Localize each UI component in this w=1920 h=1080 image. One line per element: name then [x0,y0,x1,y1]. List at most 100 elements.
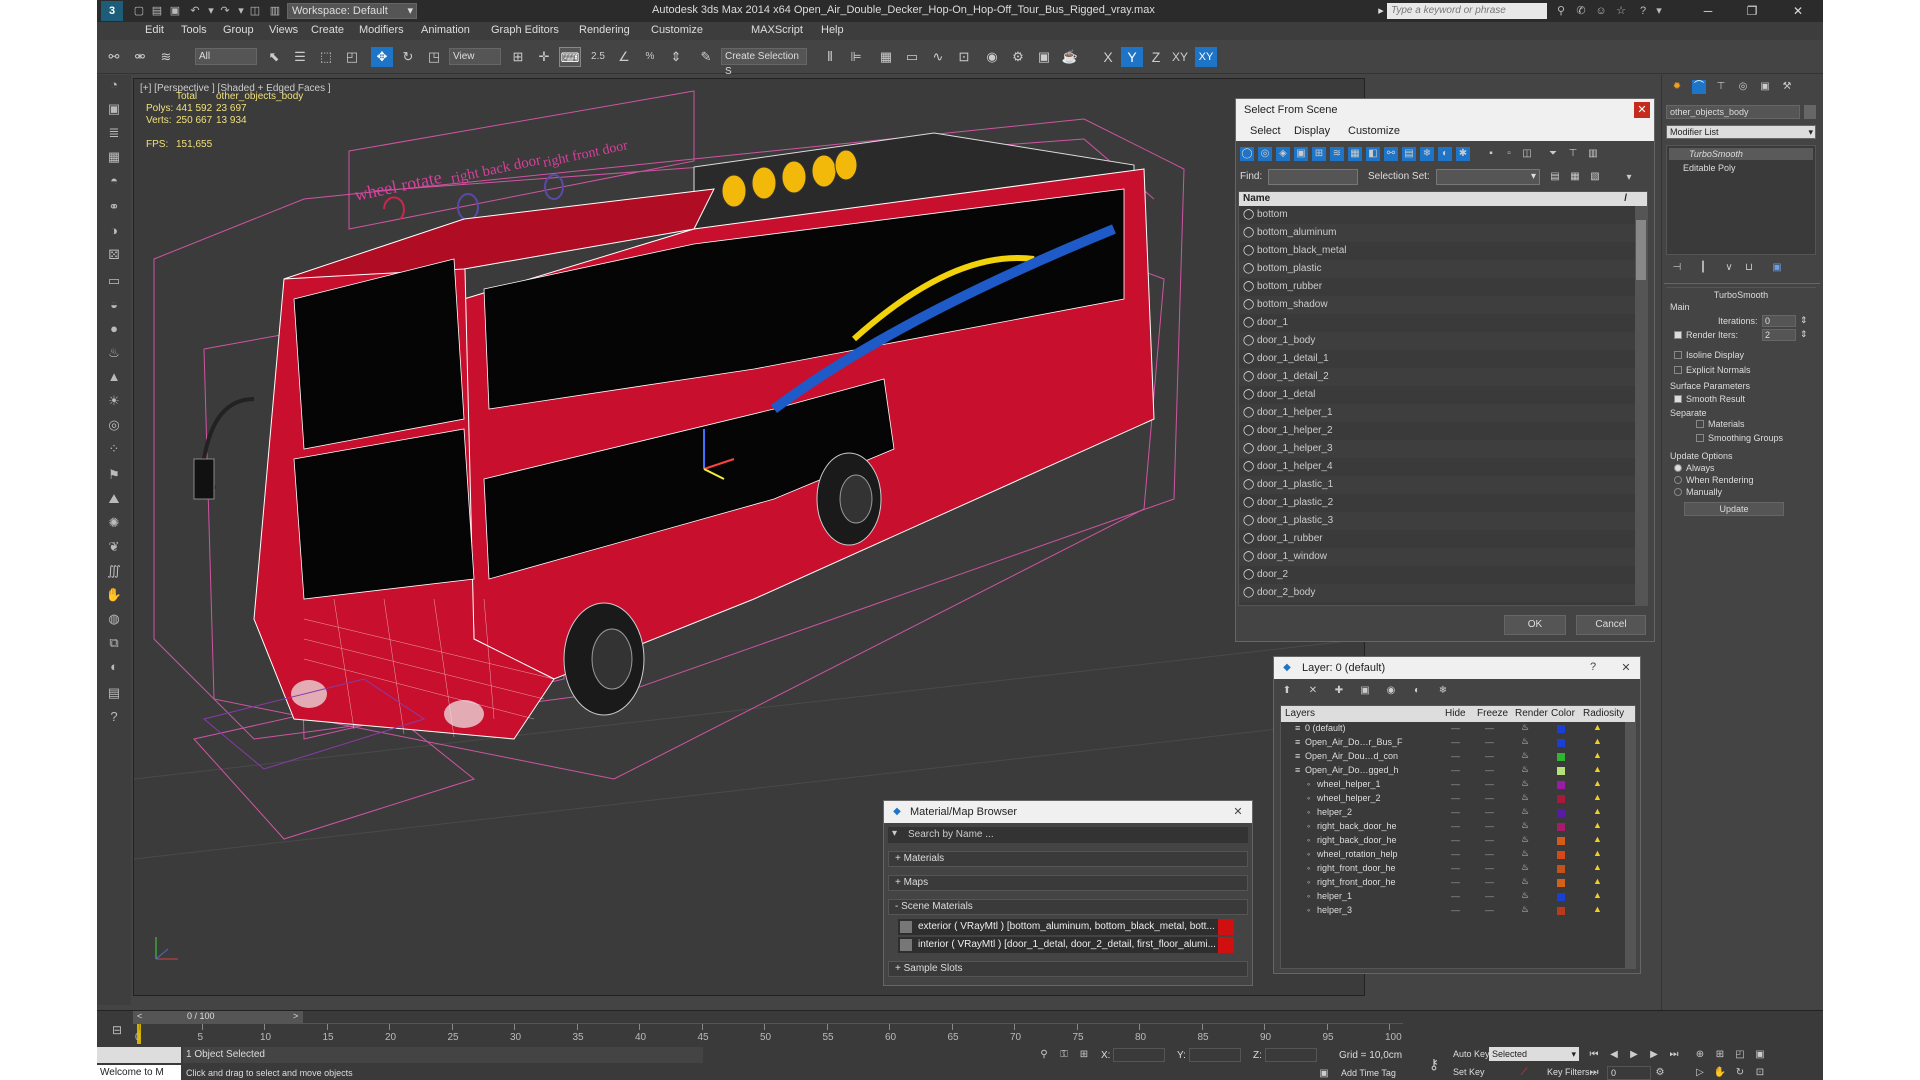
field-of-view-icon[interactable]: ▷ [1693,1066,1707,1080]
layer-manager-icon[interactable]: ▦ [875,47,897,67]
layer-color-swatch[interactable] [1557,907,1565,915]
help-icon[interactable]: ? [1635,3,1651,19]
render-teapot-icon[interactable]: ♨ [1521,764,1529,775]
select-and-rotate-icon[interactable]: ↻ [397,47,419,67]
zoom-icon[interactable]: ⊕ [1693,1048,1707,1062]
play-icon[interactable]: ▶ [1627,1048,1641,1062]
filter-shapes-icon[interactable]: ◎ [1258,147,1272,161]
delete-layer-icon[interactable]: ✕ [1306,684,1320,698]
axis-x-icon[interactable]: X [1097,47,1119,67]
column-header-name[interactable]: Name / [1239,192,1647,206]
list-scrollbar[interactable] [1635,206,1647,605]
bind-space-warp-icon[interactable]: ≋ [155,47,177,67]
percent-snap-icon[interactable]: % [639,47,661,67]
current-frame-input[interactable]: 0 [1607,1066,1651,1080]
workspace-select[interactable]: Workspace: Default ▾ [287,3,417,19]
unlink-icon[interactable]: ⚮ [129,47,151,67]
freeze-toggle[interactable]: — [1485,793,1494,803]
rendered-frame-window-icon[interactable]: ▣ [1033,47,1055,67]
layer-row[interactable]: ◦ helper_2 — — ♨ ▲ [1281,806,1635,820]
axis-xy-icon[interactable]: XY [1169,47,1191,67]
radiosity-icon[interactable]: ▲ [1593,750,1602,760]
mini-curve-editor-icon[interactable]: ⊟ [103,1023,131,1039]
radiosity-icon[interactable]: ▲ [1593,806,1602,816]
show-end-result-icon[interactable]: ┃ [1696,261,1710,275]
search-dropdown-icon[interactable]: ▾ [892,828,897,839]
key-mode-toggle-icon[interactable]: ⏭ [1587,1066,1601,1080]
freeze-toggle[interactable]: — [1485,751,1494,761]
ok-button[interactable]: OK [1504,615,1566,635]
hide-toggle[interactable]: — [1451,835,1460,845]
scene-object-row[interactable]: ◯ door_1_plastic_2 [1239,494,1647,512]
render-teapot-icon[interactable]: ♨ [1521,876,1529,887]
close-icon[interactable]: ✕ [1634,102,1650,118]
scene-object-row[interactable]: ◯ door_2 [1239,566,1647,584]
sfs-menu-display[interactable]: Display [1294,125,1330,137]
scene-object-row[interactable]: ◯ bottom_black_metal [1239,242,1647,260]
turbosmooth-rollout-header[interactable]: TurboSmooth [1666,287,1816,301]
x-coord-input[interactable] [1113,1048,1165,1062]
schematic-view-icon[interactable]: ⊡ [953,47,975,67]
z-coord-input[interactable] [1265,1048,1317,1062]
remove-modifier-icon[interactable]: ⊔ [1742,261,1756,275]
align-icon[interactable]: ⊫ [845,47,867,67]
render-iters-spinner-icon[interactable]: ⇕ [1800,329,1808,340]
select-in-layer-icon[interactable]: ▣ [1358,684,1372,698]
layer-color-swatch[interactable] [1557,851,1565,859]
scene-object-row[interactable]: ◯ door_1_rubber [1239,530,1647,548]
layer-row[interactable]: ≡ Open_Air_Do…gged_h — — ♨ ▲ [1281,764,1635,778]
close-window-button[interactable]: ✕ [1783,2,1813,20]
render-teapot-icon[interactable]: ♨ [1521,750,1529,761]
selection-set-edit-icon[interactable]: ▦ [1568,170,1582,184]
auto-key-button[interactable]: Auto Key [1453,1049,1490,1059]
named-selection-set-select[interactable]: Create Selection S [721,48,807,77]
scene-object-row[interactable]: ◯ door_1_detail_2 [1239,368,1647,386]
snaps-toggle-icon[interactable]: 2.5 [587,47,609,67]
freeze-all-layers-icon[interactable]: ❄ [1436,684,1450,698]
selection-set-add-icon[interactable]: ▤ [1548,170,1562,184]
select-and-move-icon[interactable]: ✥ [371,47,393,67]
radiosity-icon[interactable]: ▲ [1593,722,1602,732]
funnel-icon[interactable]: ⏷ [1546,147,1560,161]
section-maps[interactable]: + Maps [888,875,1248,891]
menu-customize[interactable]: Customize [651,24,703,36]
scene-object-row[interactable]: ◯ bottom_plastic [1239,260,1647,278]
highlight-layer-icon[interactable]: ◉ [1384,684,1398,698]
maximize-viewport-icon[interactable]: ⊡ [1753,1066,1767,1080]
headphones-icon[interactable]: ◑ [103,221,125,241]
modify-tab-icon[interactable]: ⌒ [1692,80,1706,94]
render-teapot-icon[interactable]: ♨ [1521,736,1529,747]
dots-icon[interactable]: ⁘ [103,439,125,459]
separate-materials-checkbox[interactable] [1696,420,1704,428]
freeze-toggle[interactable]: — [1485,779,1494,789]
scene-object-row[interactable]: ◯ door_1_plastic_1 [1239,476,1647,494]
radiosity-icon[interactable]: ▲ [1593,848,1602,858]
scene-object-row[interactable]: ◯ door_1_window [1239,548,1647,566]
track-bar[interactable]: 0 5 10 15 20 25 30 35 40 45 50 55 60 65 70 75 80 85 90 95 10… [133,1023,1403,1045]
material-search-input[interactable]: Search by Name ... [888,827,1248,843]
hide-toggle[interactable]: — [1451,821,1460,831]
minimize-button[interactable]: ─ [1693,2,1723,20]
hide-toggle[interactable]: — [1451,779,1460,789]
sfs-menu-customize[interactable]: Customize [1348,125,1400,137]
rectangular-selection-icon[interactable]: ⬚ [315,47,337,67]
angle-snap-icon[interactable]: ∠ [613,47,635,67]
edit-named-selection-icon[interactable]: ✎ [695,47,717,67]
time-slider-next-icon[interactable]: > [293,1011,298,1021]
favorites-star-icon[interactable]: ☆ [1613,3,1629,19]
render-production-icon[interactable]: ☕ [1059,47,1081,67]
hide-toggle[interactable]: — [1451,765,1460,775]
modifier-list-select[interactable]: Modifier List ▾ [1666,125,1816,139]
scene-object-row[interactable]: ◯ door_1_detail_1 [1239,350,1647,368]
next-frame-icon[interactable]: ▶ [1647,1048,1661,1062]
keyboard-shortcut-override-icon[interactable]: ⌨ [559,47,581,67]
menu-rendering[interactable]: Rendering [579,24,630,36]
layer-row[interactable]: ≡ 0 (default) — — ♨ ▲ [1281,722,1635,736]
window-icon[interactable]: ▤ [103,683,125,703]
filter-spacewarps-icon[interactable]: ≋ [1330,147,1344,161]
isolate-selection-icon[interactable]: ⚲ [1037,1048,1051,1062]
sphere-icon[interactable]: ● [103,319,125,339]
radiosity-icon[interactable]: ▲ [1593,736,1602,746]
layer-color-swatch[interactable] [1557,837,1565,845]
display-none-icon[interactable]: ▫ [1502,147,1516,161]
